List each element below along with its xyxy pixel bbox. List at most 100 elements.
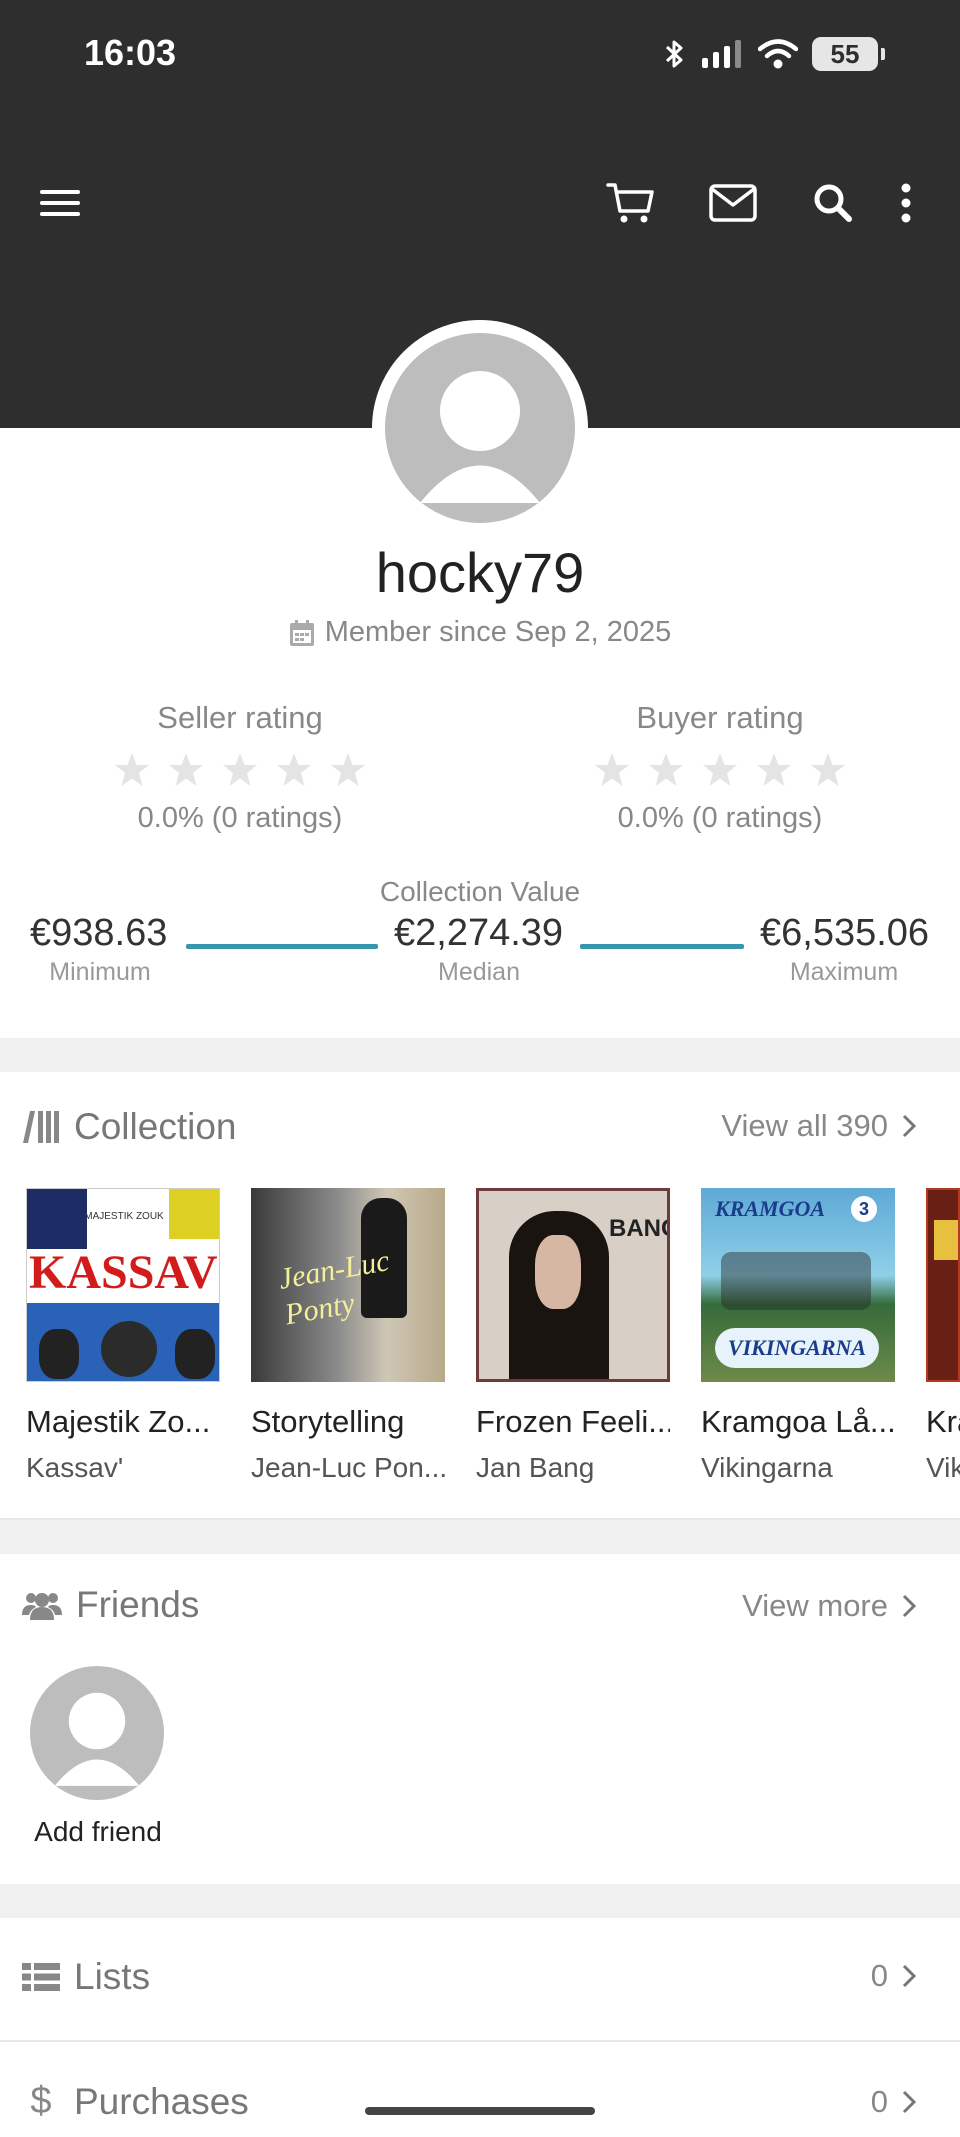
section-divider [0,1520,960,1554]
calendar-icon [289,619,314,646]
album-cover: Jean-Luc Ponty [251,1188,445,1382]
album-title: Kra [926,1404,960,1439]
user-silhouette-icon [420,371,540,503]
top-toolbar [0,170,960,236]
profile-username: hocky79 [375,541,585,604]
album-cover [926,1188,960,1382]
buyer-rating[interactable]: Buyer rating 0.0% (0 ratings) [520,700,920,835]
status-time: 16:03 [84,32,177,73]
lists-header: Lists [22,1956,150,1998]
collection-item[interactable]: Jean-Luc Ponty Storytelling Jean-Luc Pon… [251,1188,445,1484]
friends-section-header: Friends [22,1584,199,1626]
avatar [385,333,575,523]
collection-value-median-label: Median [438,958,520,986]
section-divider [0,1038,960,1072]
messages-button[interactable] [706,170,760,236]
lists-count: 0 [870,1958,888,1993]
star-icon [169,753,203,786]
collection-item[interactable]: MAJESTIK ZOUK KASSAV' Majestik Zo... Kas… [26,1188,220,1484]
album-title: Majestik Zo... [26,1404,211,1439]
lists-title: Lists [74,1956,151,1997]
star-icon [703,753,737,786]
album-artist: Vik [926,1452,960,1483]
album-cover: KRAMGOA 3 VIKINGARNA [701,1188,895,1382]
seller-rating-label: Seller rating [157,700,323,735]
status-icons: 55 [664,34,885,74]
chevron-right-icon [902,1594,916,1618]
collection-title: Collection [74,1106,237,1147]
lists-row[interactable]: Lists 0 [0,1920,960,2040]
collection-section-header: Collection [22,1106,236,1148]
bluetooth-icon [665,40,683,68]
album-cover-title: BANG [609,1215,667,1242]
buyer-rating-label: Buyer rating [636,700,804,735]
purchases-title: Purchases [74,2080,249,2122]
lists-count-link[interactable]: 0 [871,1958,916,1994]
menu-button[interactable] [30,170,90,236]
buyer-rating-value: 0.0% (0 ratings) [617,802,823,834]
profile-avatar[interactable] [372,320,588,536]
add-friend-label[interactable]: Add friend [14,1816,182,1848]
collection-value-median: €2,274.39 [394,912,564,954]
star-icon [757,753,791,786]
seller-rating-stars [40,752,440,788]
cart-icon [606,183,654,223]
album-cover-title: KASSAV' [29,1246,220,1299]
collection-value-title: Collection Value [379,876,581,907]
wifi-icon [758,39,798,69]
add-friend-avatar[interactable] [30,1666,164,1800]
search-button[interactable] [806,170,860,236]
album-title: Kramgoa Lå... [701,1404,895,1439]
album-cover-badge: 3 [851,1196,877,1222]
album-title: Storytelling [251,1404,405,1439]
star-icon [811,753,845,786]
album-cover: MAJESTIK ZOUK KASSAV' [26,1188,220,1382]
album-artist: Jean-Luc Pon... [251,1452,445,1483]
list-icon [22,1963,60,1991]
view-more-friends-link[interactable]: View more [742,1588,916,1624]
friends-title: Friends [76,1584,200,1625]
star-icon [115,753,149,786]
home-indicator[interactable] [365,2107,595,2115]
mail-icon [709,184,757,222]
hamburger-icon [40,190,80,216]
collection-value-min-label: Minimum [49,958,151,986]
collection-value-max: €6,535.06 [760,912,930,954]
star-icon [277,753,311,786]
album-artist: Vikingarna [701,1452,833,1483]
dollar-icon: $ [30,2080,52,2122]
view-more-friends-label: View more [742,1588,888,1623]
album-title: Frozen Feeli... [476,1404,670,1439]
album-cover-title: KRAMGOA [715,1196,826,1221]
star-icon [331,753,365,786]
chevron-right-icon [902,2090,916,2114]
purchases-row[interactable]: $ Purchases 0 [0,2042,960,2137]
album-cover-title: Jean-Luc Ponty [276,1244,392,1332]
collection-item[interactable]: BANG Frozen Feeli... Jan Bang [476,1188,670,1484]
purchases-count-link[interactable]: 0 [871,2084,916,2120]
purchases-count: 0 [870,2084,888,2119]
seller-rating[interactable]: Seller rating 0.0% (0 ratings) [40,700,440,835]
album-cover-subtitle: MAJESTIK ZOUK [84,1211,164,1222]
more-options-button[interactable] [886,170,926,236]
member-since-text: Member since Sep 2, 2025 [324,616,672,648]
collection-item[interactable]: KRAMGOA 3 VIKINGARNA Kramgoa Lå... Vikin… [701,1188,895,1484]
star-icon [649,753,683,786]
star-icon [223,753,257,786]
users-icon [22,1593,62,1620]
cart-button[interactable] [604,170,658,236]
user-silhouette-icon [54,1692,140,1786]
collection-value-min: €938.63 [30,912,168,954]
collection-item[interactable]: Kra Vik [926,1188,960,1484]
status-bar: 16:03 55 [0,0,960,110]
view-all-collection-link[interactable]: View all 390 [721,1108,916,1144]
chevron-right-icon [902,1964,916,1988]
battery-indicator: 55 [812,37,885,71]
chevron-right-icon [902,1114,916,1138]
album-artist: Kassav' [26,1452,124,1483]
seller-rating-value: 0.0% (0 ratings) [137,802,343,834]
star-icon [595,753,629,786]
more-vert-icon [901,183,911,223]
collection-value-bar-left [186,944,378,949]
album-cover-subtitle: VIKINGARNA [715,1328,879,1368]
